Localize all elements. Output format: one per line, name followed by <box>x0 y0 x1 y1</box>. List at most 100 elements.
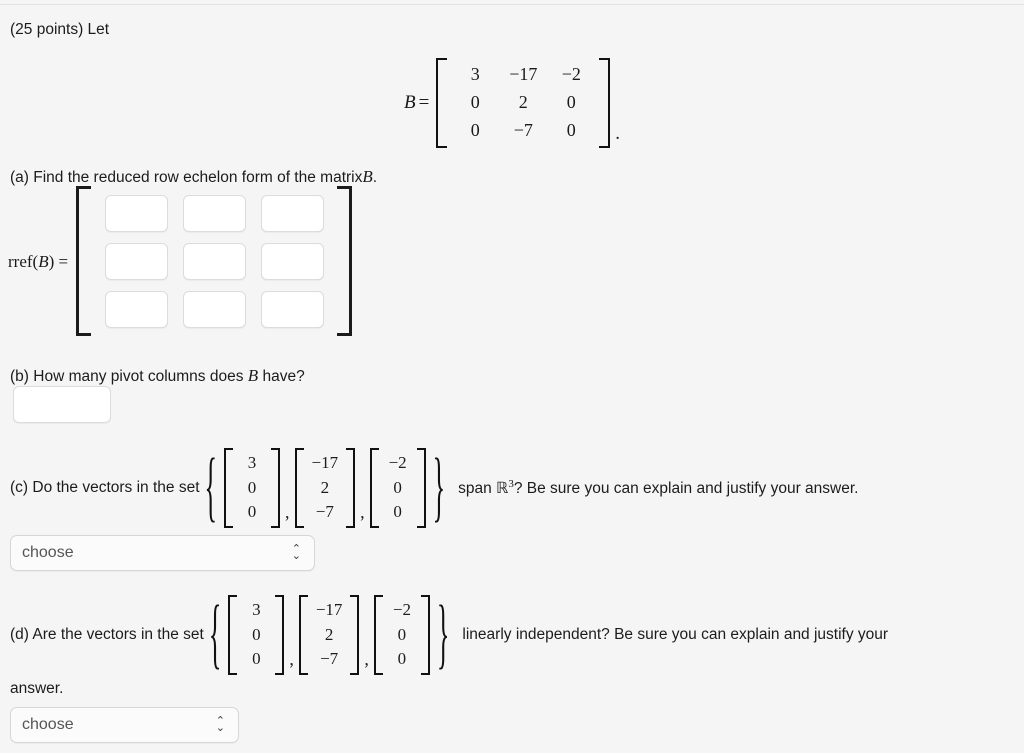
chevron-updown-icon: ⌃ ⌄ <box>215 716 229 734</box>
chevron-down-icon: ⌄ <box>215 722 225 734</box>
set-close-brace: } <box>432 442 446 530</box>
vector-entry: 0 <box>247 502 257 522</box>
matrix-cell: 0 <box>566 91 576 112</box>
top-divider <box>0 4 1024 5</box>
vector-left-bracket <box>369 448 379 528</box>
rref-input-grid <box>91 186 337 336</box>
vector-separator: , <box>285 502 290 523</box>
vector-right-bracket <box>346 448 356 528</box>
vector-entry: −2 <box>392 600 411 619</box>
vector-entry: 2 <box>324 624 334 644</box>
set-open-brace: { <box>208 589 222 677</box>
vector-left-bracket <box>373 595 383 675</box>
matrix-cell: 0 <box>470 119 480 140</box>
vector-separator: , <box>364 649 369 670</box>
matrix-b-grid: 3 −17 −2 0 2 0 0 −7 0 <box>447 58 599 148</box>
part-c-label: (c) Do the vectors in the set <box>10 479 200 497</box>
rref-label-suffix: ) = <box>48 251 69 271</box>
part-d-dropdown-value: choose <box>22 716 74 733</box>
vector-left-bracket <box>298 595 308 675</box>
vector-entry: −2 <box>388 453 407 472</box>
chevron-down-icon: ⌄ <box>291 550 301 562</box>
vector-separator: , <box>360 502 365 523</box>
rref-cell-input-r2c1[interactable] <box>104 242 168 280</box>
vector-2: −17 2 −7 <box>294 448 356 528</box>
vector-right-bracket <box>350 595 360 675</box>
points-label: (25 points) Let <box>10 21 110 38</box>
vector-3: −2 0 0 <box>369 448 426 528</box>
rref-label-variable: B <box>38 251 49 271</box>
rref-cell-input-r3c3[interactable] <box>260 290 324 328</box>
matrix-b-equation: B = 3 −17 −2 0 2 0 0 −7 0 . <box>0 58 1024 148</box>
trailing-period: . <box>615 122 621 144</box>
set-open-brace: { <box>204 442 218 530</box>
part-c-dropdown[interactable]: choose ⌃ ⌄ <box>10 535 315 571</box>
vector-right-bracket <box>271 448 281 528</box>
vector-1-entries: 3 0 0 <box>237 595 275 675</box>
part-b-question: (b) How many pivot columns does B have? <box>10 365 305 386</box>
vector-right-bracket <box>275 595 285 675</box>
rref-right-bracket <box>337 186 353 336</box>
equals-sign: = <box>418 91 430 113</box>
part-a-label: (a) Find the reduced row echelon form of… <box>10 169 363 186</box>
vector-entry: 0 <box>247 477 257 497</box>
part-c-tail-after: ? Be sure you can explain and justify yo… <box>513 479 859 497</box>
matrix-cell: 2 <box>518 91 528 112</box>
vector-separator: , <box>289 649 294 670</box>
rref-label: rref(B) = <box>8 251 68 272</box>
rref-cell-input-r1c2[interactable] <box>182 194 246 232</box>
rref-left-bracket <box>76 186 92 336</box>
vector-right-bracket <box>420 595 430 675</box>
rref-cell-input-r3c2[interactable] <box>182 290 246 328</box>
matrix-cell: −7 <box>513 119 533 140</box>
vector-entry: −7 <box>315 502 334 522</box>
rref-cell-input-r1c3[interactable] <box>260 194 324 232</box>
rref-cell-input-r2c2[interactable] <box>182 242 246 280</box>
rref-cell-input-r2c3[interactable] <box>260 242 324 280</box>
matrix-cell: −17 <box>509 64 538 84</box>
part-d-question: (d) Are the vectors in the set { 3 0 0 ,… <box>10 589 889 677</box>
right-bracket <box>599 58 611 148</box>
part-d-dropdown[interactable]: choose ⌃ ⌄ <box>10 707 239 743</box>
rref-cell-input-r3c1[interactable] <box>104 290 168 328</box>
vector-1-entries: 3 0 0 <box>233 448 271 528</box>
vector-entry: −7 <box>320 649 339 669</box>
matrix-cell: −2 <box>561 64 581 84</box>
part-a-question: (a) Find the reduced row echelon form of… <box>10 166 377 187</box>
vector-entry: 0 <box>252 649 261 669</box>
blackboard-r-symbol: ℝ <box>496 478 509 497</box>
part-b-variable: B <box>247 366 259 385</box>
vector-entry: 3 <box>247 453 257 472</box>
part-c-dropdown-value: choose <box>22 544 74 561</box>
span-word: span <box>458 479 492 497</box>
vector-entry: 2 <box>320 477 330 497</box>
vector-entry: 0 <box>393 477 402 497</box>
part-d-tail: linearly independent? Be sure you can ex… <box>462 626 889 644</box>
vector-3-entries: −2 0 0 <box>383 595 421 675</box>
vector-left-bracket <box>294 448 304 528</box>
matrix-b-brackets: 3 −17 −2 0 2 0 0 −7 0 <box>436 58 611 148</box>
part-b-label-before: (b) How many pivot columns does <box>10 368 244 385</box>
pivot-columns-input[interactable] <box>13 386 111 423</box>
vector-left-bracket <box>228 595 238 675</box>
matrix-cell: 0 <box>470 91 480 112</box>
part-a-variable: B <box>362 167 373 186</box>
left-bracket <box>436 58 448 148</box>
vector-3: −2 0 0 <box>373 595 430 675</box>
part-c-tail: span ℝ3? Be sure you can explain and jus… <box>458 478 858 499</box>
vector-entry: 0 <box>252 624 261 644</box>
vector-right-bracket <box>416 448 426 528</box>
matrix-b-name: B <box>403 91 416 113</box>
part-c-question: (c) Do the vectors in the set { 3 0 0 , … <box>10 442 858 530</box>
part-b-label-after: have? <box>262 368 305 385</box>
part-a-period: . <box>372 169 378 186</box>
vector-2-entries: −17 2 −7 <box>308 595 351 675</box>
vector-entry: 0 <box>397 649 407 669</box>
vector-entry: −17 <box>315 600 343 619</box>
vector-left-bracket <box>224 448 234 528</box>
vector-entry: 0 <box>397 624 407 644</box>
vector-2-entries: −17 2 −7 <box>304 448 347 528</box>
vector-entry: 0 <box>393 502 402 522</box>
points-line: (25 points) Let <box>10 20 109 39</box>
rref-cell-input-r1c1[interactable] <box>104 194 168 232</box>
